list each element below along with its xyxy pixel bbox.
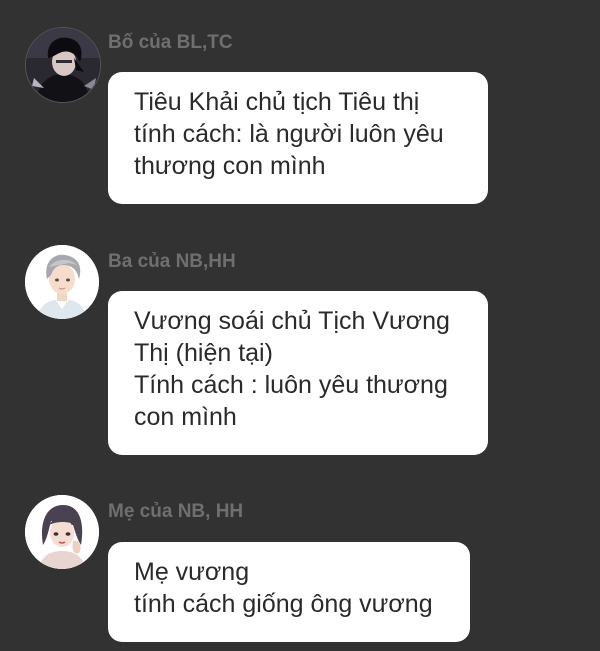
dark-haired-woman-avatar-icon[interactable] bbox=[25, 495, 99, 569]
sender-name: Mẹ của NB, HH bbox=[108, 501, 244, 522]
message-bubble: Mẹ vương tính cách giống ông vương bbox=[108, 542, 470, 642]
chat-screen: { "messages": [ { "sender": "Bố của BL,T… bbox=[0, 0, 600, 651]
dark-haired-man-avatar-icon[interactable] bbox=[25, 27, 101, 103]
sender-name: Bố của BL,TC bbox=[108, 32, 233, 53]
sender-name: Ba của NB,HH bbox=[108, 251, 236, 272]
silver-haired-man-avatar-icon[interactable] bbox=[25, 245, 99, 319]
message-bubble: Tiêu Khải chủ tịch Tiêu thị tính cách: l… bbox=[108, 72, 488, 204]
message-bubble: Vương soái chủ Tịch Vương Thị (hiện tại)… bbox=[108, 291, 488, 455]
